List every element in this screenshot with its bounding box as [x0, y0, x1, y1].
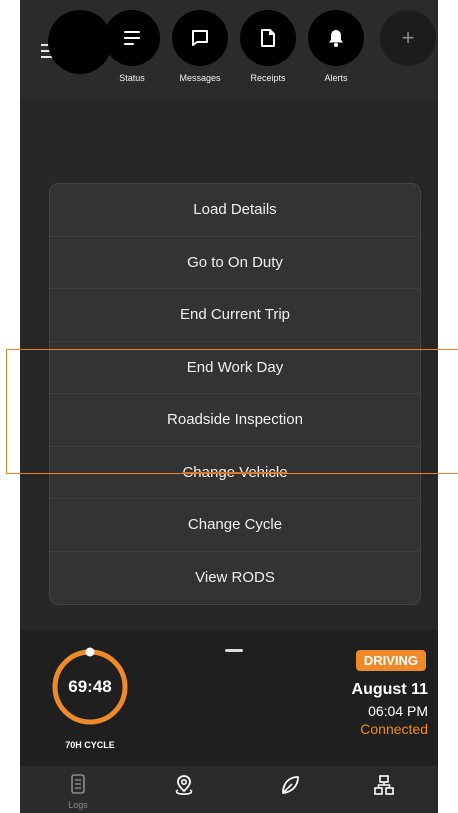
bell-icon	[308, 10, 364, 66]
add-button[interactable]: +	[376, 10, 438, 66]
receipts-button[interactable]: Receipts	[236, 10, 300, 83]
highlight-box	[6, 349, 458, 474]
menu-item-load-details[interactable]: Load Details	[50, 184, 420, 237]
logs-icon	[71, 774, 85, 794]
menu-item-go-on-duty[interactable]: Go to On Duty	[50, 237, 420, 289]
nav-map[interactable]	[154, 774, 214, 801]
receipts-label: Receipts	[250, 73, 286, 83]
messages-button[interactable]: Messages	[168, 10, 232, 83]
status-button[interactable]: Status	[100, 10, 164, 83]
status-date: August 11	[351, 681, 428, 698]
document-icon	[240, 10, 296, 66]
leaf-icon	[282, 776, 299, 794]
plus-icon: +	[380, 10, 436, 66]
driving-status-badge[interactable]: DRIVING	[355, 650, 426, 671]
chat-icon	[172, 10, 228, 66]
messages-label: Messages	[179, 73, 221, 83]
alerts-button[interactable]: Alerts	[304, 10, 368, 83]
map-pin-icon	[175, 775, 193, 795]
menu-item-end-current-trip[interactable]: End Current Trip	[50, 289, 420, 342]
menu-item-change-cycle[interactable]: Change Cycle	[50, 499, 420, 552]
status-time: 06:04 PM	[368, 703, 428, 719]
cycle-clock: 69:48	[68, 677, 112, 696]
header-bar: Status Messages Receipts Alerts +	[20, 0, 438, 100]
bottom-nav: Logs	[20, 766, 438, 813]
drag-handle[interactable]	[225, 649, 243, 652]
status-panel: 69:48 70H CYCLE DRIVING August 11 06:04 …	[20, 630, 438, 766]
alerts-label: Alerts	[324, 73, 348, 83]
connection-status: Connected	[360, 721, 428, 737]
menu-item-view-rods[interactable]: View RODS	[50, 552, 420, 605]
status-label: Status	[119, 73, 145, 83]
nav-network[interactable]	[354, 774, 414, 801]
nav-eco[interactable]	[260, 774, 320, 801]
nav-logs-label: Logs	[68, 800, 88, 810]
cycle-label: 70H CYCLE	[65, 740, 115, 750]
network-icon	[374, 775, 394, 795]
lines-icon	[104, 10, 160, 66]
nav-logs[interactable]: Logs	[48, 774, 108, 810]
